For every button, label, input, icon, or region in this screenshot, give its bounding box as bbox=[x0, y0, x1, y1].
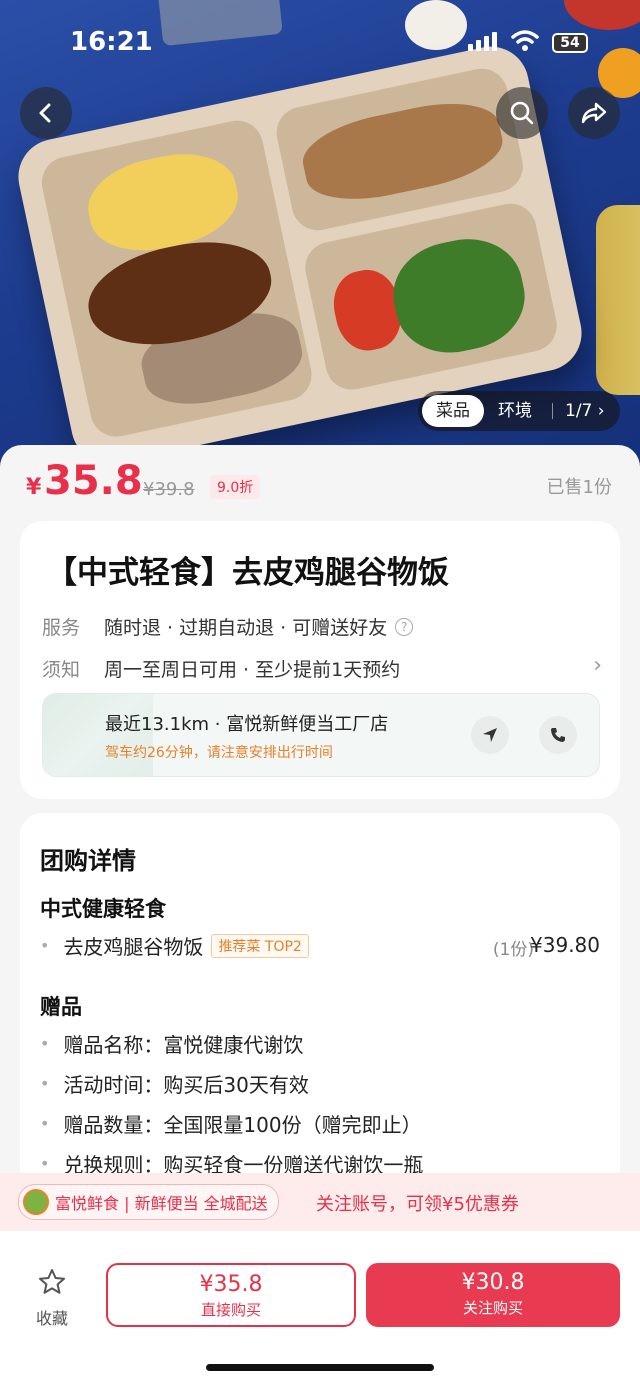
search-icon bbox=[510, 101, 534, 125]
navigation-arrow-icon bbox=[483, 728, 497, 742]
notice-label: 须知 bbox=[42, 659, 81, 681]
discount-badge: 9.0折 bbox=[210, 475, 261, 499]
tab-dishes[interactable]: 菜品 bbox=[422, 395, 484, 427]
tab-environment[interactable]: 环境 bbox=[484, 395, 546, 427]
status-bar: 16:21 54 bbox=[0, 0, 640, 90]
back-button[interactable] bbox=[20, 87, 72, 139]
coupon-offer: 关注账号，可领¥5优惠券 bbox=[316, 1194, 519, 1215]
share-button[interactable] bbox=[568, 87, 620, 139]
account-pill[interactable]: 富悦鲜食 | 新鲜便当 全城配送 bbox=[18, 1184, 279, 1220]
image-category-tabs: 菜品 环境 1/7 › bbox=[418, 391, 620, 431]
chevron-left-icon bbox=[39, 103, 51, 123]
buy-now-label: 直接购买 bbox=[200, 1301, 261, 1319]
follow-buy-button[interactable]: ¥30.8 关注购买 bbox=[366, 1263, 620, 1327]
notice-text: 周一至周日可用 · 至少提前1天预约 bbox=[104, 659, 401, 681]
image-page-indicator[interactable]: 1/7 › bbox=[559, 401, 605, 421]
search-button[interactable] bbox=[496, 87, 548, 139]
item-price: ¥39.80 bbox=[530, 933, 600, 957]
buy-now-button[interactable]: ¥35.8 直接购买 bbox=[106, 1263, 356, 1327]
service-row[interactable]: 服务 随时退 · 过期自动退 · 可赠送好友 ? bbox=[42, 613, 414, 640]
tray-compartment bbox=[300, 198, 562, 395]
notice-row[interactable]: 须知 周一至周日可用 · 至少提前1天预约 bbox=[42, 655, 400, 682]
current-price: 35.8 bbox=[44, 458, 143, 504]
home-indicator[interactable] bbox=[206, 1364, 434, 1371]
battery-icon: 54 bbox=[552, 33, 588, 53]
gift-name: 赠品名称：富悦健康代谢饮 bbox=[63, 1033, 304, 1057]
product-info-card: 【中式轻食】去皮鸡腿谷物饭 服务 随时退 · 过期自动退 · 可赠送好友 ? 须… bbox=[20, 521, 620, 799]
phone-icon bbox=[551, 728, 565, 742]
gift-title: 赠品 bbox=[40, 995, 82, 1019]
list-item: • 活动时间：购买后30天有效 bbox=[40, 1069, 309, 1098]
tray-compartment bbox=[37, 115, 317, 442]
broccoli-image bbox=[383, 228, 534, 364]
gift-period: 活动时间：购买后30天有效 bbox=[63, 1073, 309, 1097]
price-bar: ¥ 35.8 ¥39.8 9.0折 已售1份 bbox=[0, 445, 640, 525]
sold-count: 已售1份 bbox=[546, 477, 612, 498]
star-icon bbox=[39, 1269, 65, 1294]
drink-bottle-image bbox=[596, 205, 640, 395]
favorite-button[interactable]: 收藏 bbox=[30, 1267, 74, 1329]
navigate-button[interactable] bbox=[471, 716, 509, 754]
gift-quantity: 赠品数量：全国限量100份（赠完即止） bbox=[63, 1113, 422, 1137]
divider bbox=[552, 403, 553, 419]
original-price: ¥39.8 bbox=[143, 479, 195, 500]
section-title: 中式健康轻食 bbox=[40, 897, 166, 921]
buy-now-price: ¥35.8 bbox=[199, 1272, 263, 1297]
list-item: • 赠品数量：全国限量100份（赠完即止） bbox=[40, 1109, 422, 1138]
recommend-tag: 推荐菜 TOP2 bbox=[211, 933, 309, 958]
chevron-right-icon[interactable]: › bbox=[593, 653, 602, 678]
account-name: 富悦鲜食 | 新鲜便当 全城配送 bbox=[55, 1194, 268, 1213]
driving-time-hint: 驾车约26分钟，请注意安排出行时间 bbox=[105, 745, 333, 761]
currency-symbol: ¥ bbox=[26, 475, 42, 500]
help-icon[interactable]: ? bbox=[395, 617, 414, 636]
item-quantity: (1份) bbox=[492, 940, 534, 960]
follow-buy-label: 关注购买 bbox=[462, 1299, 523, 1317]
signal-icon bbox=[468, 32, 497, 51]
store-distance-name: 最近13.1km · 富悦新鲜便当工厂店 bbox=[105, 714, 389, 735]
item-name: 去皮鸡腿谷物饭 bbox=[63, 935, 204, 959]
service-text: 随时退 · 过期自动退 · 可赠送好友 bbox=[104, 617, 388, 639]
follow-account-banner[interactable]: 富悦鲜食 | 新鲜便当 全城配送 关注账号，可领¥5优惠券 bbox=[0, 1173, 640, 1238]
service-label: 服务 bbox=[42, 617, 81, 639]
product-title: 【中式轻食】去皮鸡腿谷物饭 bbox=[46, 555, 449, 591]
details-heading: 团购详情 bbox=[40, 847, 136, 875]
wifi-icon bbox=[511, 30, 539, 51]
hero-image[interactable]: 16:21 54 菜品 环境 1/7 › bbox=[0, 0, 640, 470]
follow-buy-price: ¥30.8 bbox=[461, 1270, 525, 1295]
mixed-veg-image bbox=[296, 91, 509, 212]
list-item: • 去皮鸡腿谷物饭 推荐菜 TOP2 bbox=[40, 931, 309, 960]
call-button[interactable] bbox=[539, 716, 577, 754]
account-logo-icon bbox=[23, 1189, 49, 1215]
favorite-label: 收藏 bbox=[35, 1309, 68, 1328]
page-indicator-text: 1/7 bbox=[565, 401, 593, 421]
main-content: ¥ 35.8 ¥39.8 9.0折 已售1份 【中式轻食】去皮鸡腿谷物饭 服务 … bbox=[0, 445, 640, 1385]
bottom-action-bar: 收藏 ¥35.8 直接购买 ¥30.8 关注购买 bbox=[0, 1231, 640, 1385]
store-location-card[interactable]: 最近13.1km · 富悦新鲜便当工厂店 驾车约26分钟，请注意安排出行时间 bbox=[42, 693, 600, 777]
status-time: 16:21 bbox=[70, 27, 153, 57]
list-item: • 赠品名称：富悦健康代谢饮 bbox=[40, 1029, 303, 1058]
share-icon bbox=[581, 102, 607, 124]
